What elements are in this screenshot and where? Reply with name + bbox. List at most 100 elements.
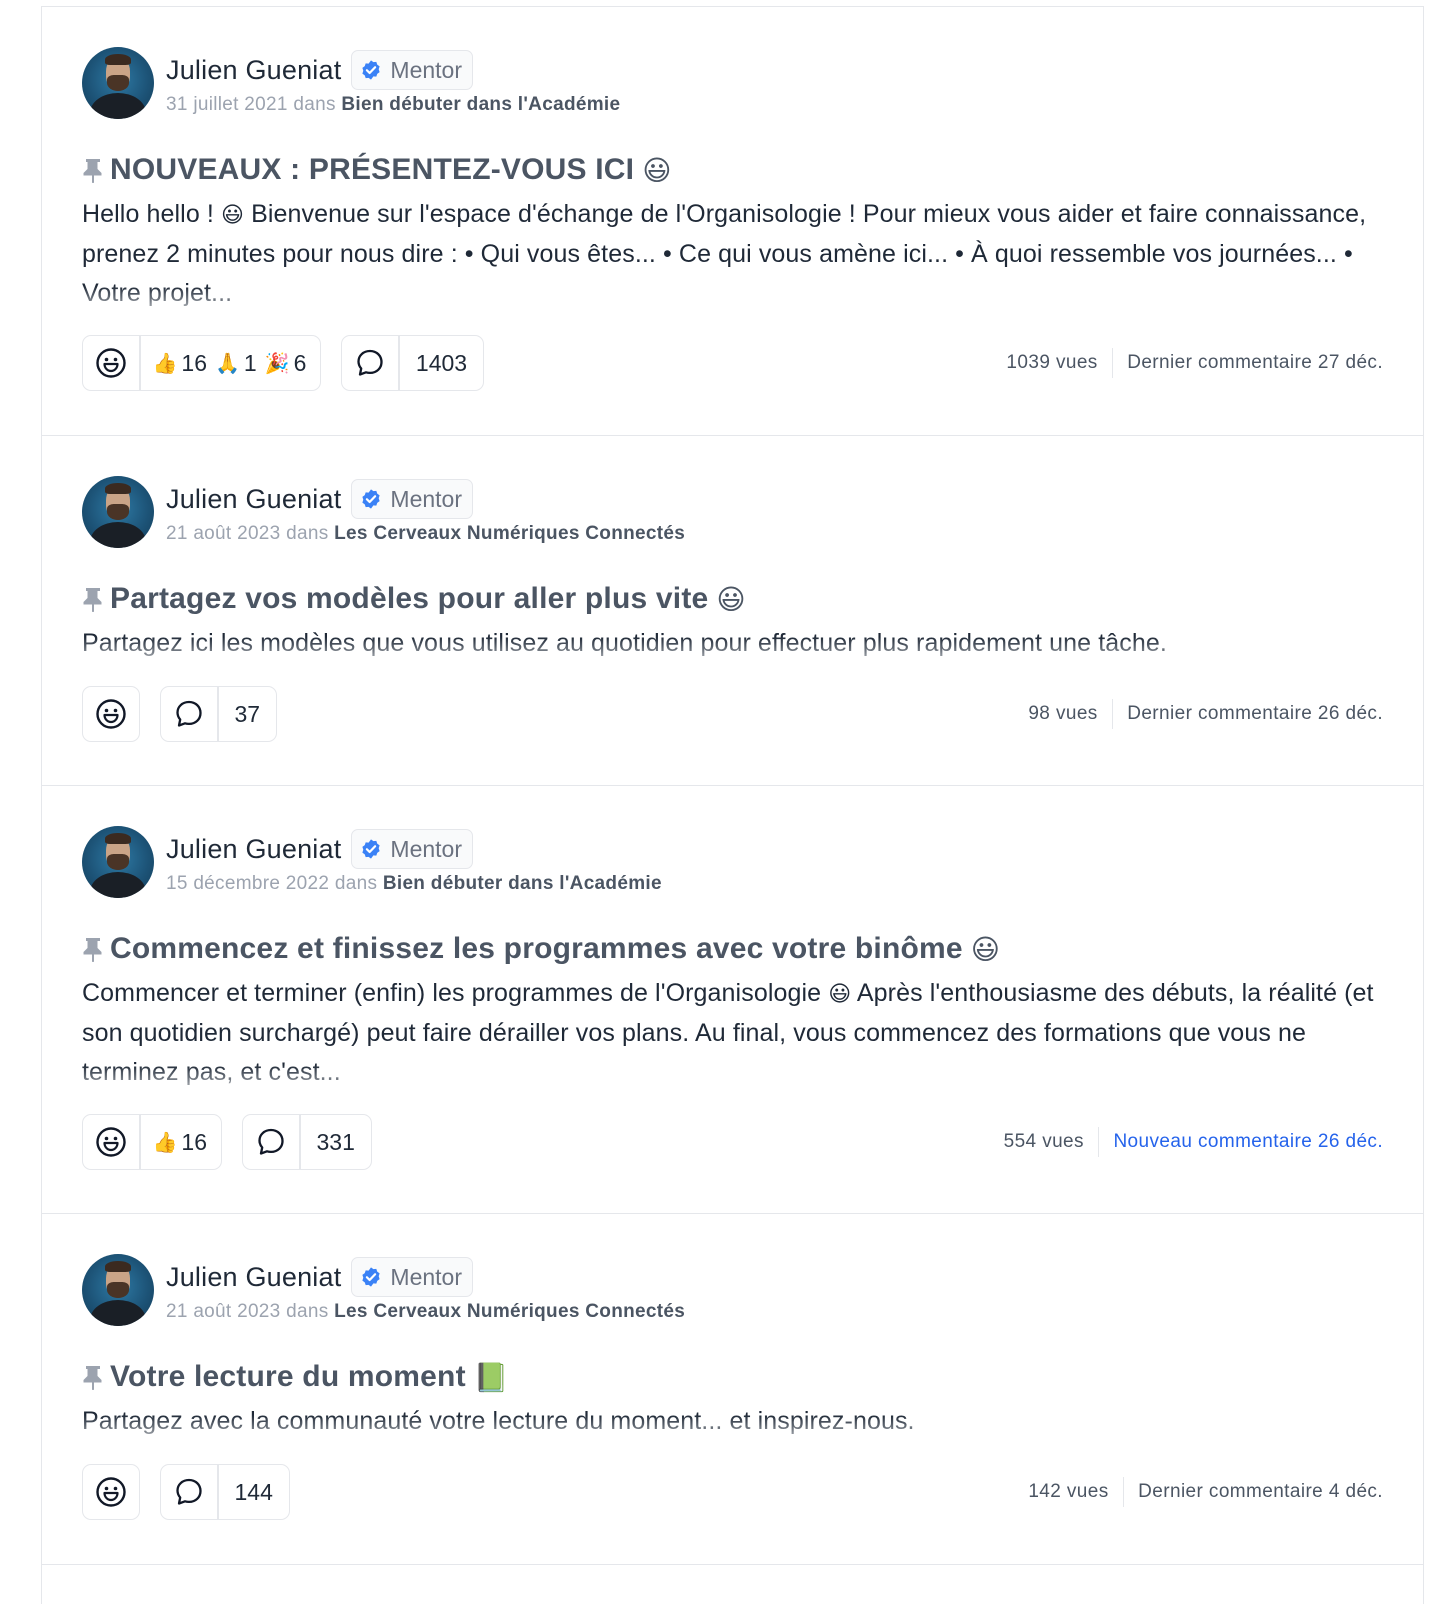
post-actions: 👍 16 331 554 vues Nouveau commentaire 26 …: [82, 1113, 1383, 1171]
comments-button[interactable]: 144: [160, 1464, 290, 1520]
badge-label: Mentor: [390, 56, 463, 83]
pin-icon: [82, 1364, 104, 1390]
excerpt-text: Bienvenue sur l'espace d'échange de l'Or…: [82, 200, 1367, 307]
post-excerpt[interactable]: Commencer et terminer (enfin) les progra…: [82, 974, 1383, 1091]
smiley-icon: [96, 348, 126, 378]
author-row: Julien Gueniat Mentor 31 juillet 2021 da…: [82, 47, 1383, 119]
post-date: 21 août 2023: [166, 1301, 281, 1322]
post-date: 15 décembre 2022: [166, 873, 330, 894]
post-card[interactable]: Julien Gueniat Mentor 21 août 2023 dans …: [42, 436, 1423, 786]
post-meta: 15 décembre 2022 dans Bien débuter dans …: [166, 873, 662, 895]
add-reaction-button[interactable]: [83, 336, 139, 390]
post-stats: 1039 vues Dernier commentaire 27 déc.: [1006, 348, 1383, 378]
post-card[interactable]: Julien Gueniat Mentor 31 juillet 2021 da…: [42, 7, 1423, 436]
excerpt-emoji: 😃: [828, 982, 852, 1007]
post-title[interactable]: Partagez vos modèles pour aller plus vit…: [82, 578, 1383, 620]
title-emoji: 📗: [473, 1360, 509, 1394]
reactions-pill[interactable]: 👍 16 🙏 1 🎉 6: [82, 335, 322, 391]
post-actions: 144 142 vues Dernier commentaire 4 déc.: [82, 1463, 1383, 1521]
post-excerpt[interactable]: Partagez avec la communauté votre lectur…: [82, 1402, 1383, 1441]
verified-check-icon: [362, 489, 381, 509]
smiley-icon: [96, 1127, 126, 1157]
in-word: dans: [286, 523, 329, 544]
reactions-pill[interactable]: [82, 1464, 140, 1520]
avatar[interactable]: [82, 1254, 154, 1326]
post-date: 31 juillet 2021: [166, 94, 288, 115]
post-title[interactable]: Votre lecture du moment 📗: [82, 1356, 1383, 1398]
smiley-icon: [96, 1477, 126, 1507]
post-excerpt[interactable]: Hello hello ! 😃 Bienvenue sur l'espace d…: [82, 195, 1383, 312]
reaction-thumbs-up[interactable]: 👍 16: [153, 1129, 208, 1156]
author-name[interactable]: Julien Gueniat: [166, 55, 341, 86]
in-word: dans: [334, 873, 378, 894]
reaction-party[interactable]: 🎉 6: [265, 350, 307, 377]
post-card[interactable]: Julien Gueniat Mentor 21 août 2023 dans …: [42, 1214, 1423, 1565]
post-stats: 142 vues Dernier commentaire 4 déc.: [1028, 1477, 1383, 1507]
excerpt-text: Partagez avec la communauté votre lectur…: [82, 1407, 915, 1435]
excerpt-text: Partagez ici les modèles que vous utilis…: [82, 629, 1167, 657]
title-emoji: 😃: [642, 153, 672, 187]
post-title-text: Partagez vos modèles pour aller plus vit…: [110, 582, 709, 615]
reaction-emoji: 🎉: [264, 351, 290, 375]
reaction-pray[interactable]: 🙏 1: [215, 350, 257, 377]
post-title-text: NOUVEAUX : PRÉSENTEZ-VOUS ICI: [110, 153, 635, 186]
post-title[interactable]: Commencez et finissez les programmes ave…: [82, 928, 1383, 970]
comments-button[interactable]: 37: [160, 686, 278, 742]
mentor-badge: Mentor: [351, 50, 474, 90]
new-comment-link[interactable]: Nouveau commentaire 26 déc.: [1099, 1131, 1383, 1153]
reactions-pill[interactable]: [82, 686, 140, 742]
reaction-count: 16: [181, 349, 207, 376]
author-row: Julien Gueniat Mentor 21 août 2023 dans …: [82, 1254, 1383, 1326]
post-stats: 554 vues Nouveau commentaire 26 déc.: [1004, 1127, 1383, 1157]
author-name[interactable]: Julien Gueniat: [166, 1262, 341, 1293]
reactions-pill[interactable]: 👍 16: [82, 1114, 222, 1170]
reaction-count: 16: [181, 1128, 207, 1155]
comment-bubble-icon: [258, 1128, 284, 1155]
comment-count: 331: [316, 1128, 355, 1155]
last-comment[interactable]: Dernier commentaire 26 déc.: [1113, 703, 1383, 725]
reaction-count: 6: [293, 349, 307, 376]
author-row: Julien Gueniat Mentor 21 août 2023 dans …: [82, 476, 1383, 548]
add-reaction-button[interactable]: [83, 1115, 139, 1169]
comment-count: 1403: [415, 349, 468, 376]
author-row: Julien Gueniat Mentor 15 décembre 2022 d…: [82, 826, 1383, 898]
author-name[interactable]: Julien Gueniat: [166, 484, 341, 515]
reaction-emoji: 👍: [152, 351, 178, 375]
view-count: 98 vues: [1028, 703, 1098, 724]
add-reaction-button[interactable]: [83, 687, 139, 741]
last-comment[interactable]: Dernier commentaire 4 déc.: [1124, 1481, 1383, 1503]
avatar[interactable]: [82, 476, 154, 548]
author-name[interactable]: Julien Gueniat: [166, 834, 341, 865]
post-title-text: Commencez et finissez les programmes ave…: [110, 932, 963, 965]
comment-bubble-icon: [176, 1478, 202, 1505]
last-comment[interactable]: Dernier commentaire 27 déc.: [1113, 352, 1383, 374]
comment-count: 37: [234, 700, 261, 727]
view-count: 554 vues: [1003, 1131, 1084, 1152]
add-reaction-button[interactable]: [83, 1465, 139, 1519]
excerpt-text: Hello hello !: [82, 200, 221, 228]
view-count: 142 vues: [1028, 1481, 1109, 1502]
post-stats: 98 vues Dernier commentaire 26 déc.: [1028, 699, 1383, 729]
space-link[interactable]: Les Cerveaux Numériques Connectés: [334, 523, 685, 544]
verified-check-icon: [362, 839, 381, 859]
badge-label: Mentor: [390, 1263, 463, 1290]
reaction-emoji: 👍: [152, 1130, 178, 1154]
avatar[interactable]: [82, 826, 154, 898]
badge-label: Mentor: [390, 835, 463, 862]
excerpt-text: Commencer et terminer (enfin) les progra…: [82, 979, 829, 1007]
mentor-badge: Mentor: [351, 829, 474, 869]
comments-button[interactable]: 331: [242, 1114, 372, 1170]
reaction-thumbs-up[interactable]: 👍 16: [153, 350, 208, 377]
post-excerpt[interactable]: Partagez ici les modèles que vous utilis…: [82, 624, 1383, 663]
avatar[interactable]: [82, 47, 154, 119]
comments-button[interactable]: 1403: [341, 335, 485, 391]
post-title-text: Votre lecture du moment: [110, 1360, 466, 1393]
space-link[interactable]: Les Cerveaux Numériques Connectés: [334, 1301, 685, 1322]
excerpt-emoji: 😃: [220, 203, 245, 228]
view-count: 1039 vues: [1006, 352, 1098, 373]
post-card[interactable]: Julien Gueniat Mentor 15 décembre 2022 d…: [42, 786, 1423, 1214]
space-link[interactable]: Bien débuter dans l'Académie: [341, 94, 620, 115]
pin-icon: [82, 157, 104, 183]
post-title[interactable]: NOUVEAUX : PRÉSENTEZ-VOUS ICI 😃: [82, 149, 1383, 191]
space-link[interactable]: Bien débuter dans l'Académie: [383, 873, 662, 894]
